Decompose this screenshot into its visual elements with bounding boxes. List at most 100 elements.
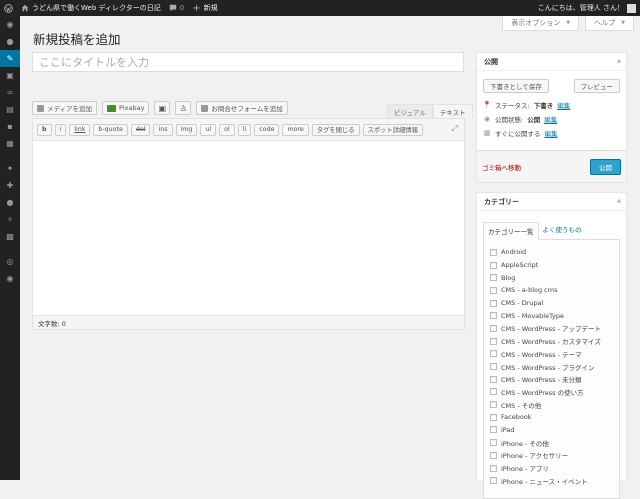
quicktag-li-button[interactable]: li	[237, 123, 252, 136]
my-account-link[interactable]: こんにちは、管理人 さん！	[534, 0, 640, 16]
contact-form-button[interactable]: お問合せフォームを追加	[196, 101, 288, 115]
menu-users[interactable]: ●	[0, 194, 20, 211]
calendar-icon: ▦	[483, 129, 491, 137]
category-box-heading[interactable]: カテゴリー ▲	[477, 193, 626, 211]
menu-collapse[interactable]: ◉	[0, 270, 20, 287]
quicktag-blockquote-button[interactable]: b-quote	[93, 123, 128, 136]
menu-plugins[interactable]: ✚	[0, 177, 20, 194]
category-label: Blog	[501, 273, 516, 282]
save-draft-button[interactable]: 下書きとして保存	[483, 79, 549, 93]
menu-media[interactable]: ▣	[0, 67, 20, 84]
tab-text[interactable]: テキスト	[432, 104, 473, 118]
category-checkbox[interactable]	[490, 337, 497, 345]
category-checkbox[interactable]	[490, 274, 497, 282]
quicktag-more-button[interactable]: more	[282, 123, 309, 136]
menu-jetpack[interactable]: ●	[0, 33, 20, 50]
wordpress-logo-icon[interactable]	[0, 0, 17, 16]
quicktag-code-button[interactable]: code	[254, 123, 280, 136]
fullscreen-icon[interactable]: ⤢	[452, 124, 458, 134]
quicktag-ol-button[interactable]: ol	[219, 123, 235, 136]
media-buttons: メディアを追加 Pixabay ▣ ♙ お問合せフォームを追加	[32, 101, 288, 115]
tab-popular-categories[interactable]: よく使うもの	[539, 221, 586, 239]
category-checkbox[interactable]	[490, 477, 497, 485]
editor-tabs: ビジュアル テキスト	[387, 104, 473, 118]
menu-pages[interactable]: ▤	[0, 101, 20, 118]
media-icon: ▣	[6, 71, 14, 80]
category-checkbox[interactable]	[490, 324, 497, 332]
gallery-button[interactable]: ▣	[154, 101, 171, 115]
category-checkbox[interactable]	[490, 299, 497, 307]
publish-button[interactable]: 公開	[590, 158, 621, 175]
pixabay-button[interactable]: Pixabay	[102, 101, 150, 115]
category-checkbox[interactable]	[490, 261, 497, 269]
category-checkbox[interactable]	[490, 248, 497, 256]
trash-link[interactable]: ゴミ箱へ移動	[482, 162, 521, 172]
preview-button[interactable]: プレビュー	[573, 79, 620, 93]
edit-status-link[interactable]: 編集	[557, 100, 570, 110]
toggle-arrow-icon[interactable]: ▲	[617, 58, 621, 64]
list-item: CMS - MovableType	[490, 309, 613, 322]
screen-options-label: 表示オプション	[511, 19, 561, 27]
menu-wordpress[interactable]: ◎	[0, 253, 20, 270]
poll-button[interactable]: ♙	[175, 101, 192, 115]
category-checkbox[interactable]	[490, 451, 497, 459]
category-checkbox[interactable]	[490, 350, 497, 358]
menu-posts[interactable]: ✎	[0, 50, 20, 67]
category-checkbox[interactable]	[490, 363, 497, 371]
category-checkbox[interactable]	[490, 401, 497, 409]
site-name-link[interactable]: うどん県で働くWeb ディレクターの日記	[17, 0, 165, 16]
menu-appearance[interactable]: ✦	[0, 160, 20, 177]
tab-visual[interactable]: ビジュアル	[387, 104, 433, 118]
pixabay-icon	[107, 104, 117, 112]
category-heading: カテゴリー	[484, 197, 519, 206]
page-title: 新規投稿を追加	[33, 32, 121, 47]
help-tab[interactable]: ヘルプ ▼	[585, 16, 634, 31]
category-label: CMS - WordPress - 未分類	[501, 376, 582, 385]
category-checkbox[interactable]	[490, 286, 497, 294]
publish-actions-major: ゴミ箱へ移動 公開	[477, 150, 626, 182]
tab-all-categories[interactable]: カテゴリー一覧	[483, 222, 539, 240]
list-item: CMS - WordPress - プラグイン	[490, 360, 613, 373]
publish-box-heading[interactable]: 公開 ▲	[477, 53, 626, 71]
content-textarea[interactable]	[33, 141, 464, 316]
edit-visibility-link[interactable]: 編集	[544, 114, 557, 124]
quicktag-img-button[interactable]: img	[175, 123, 198, 136]
list-item: CMS - WordPress - 未分類	[490, 373, 613, 386]
quicktag-link-button[interactable]: link	[69, 123, 91, 136]
quicktag-italic-button[interactable]: i	[54, 123, 67, 136]
post-title-input[interactable]	[32, 52, 464, 72]
quicktag-spot-details-button[interactable]: スポット詳細情報	[362, 123, 423, 136]
media-icon	[37, 104, 44, 112]
category-checkbox[interactable]	[490, 464, 497, 472]
category-label: CMS - WordPress - カスタマイズ	[501, 338, 601, 347]
edit-schedule-link[interactable]: 編集	[545, 128, 558, 138]
category-checkbox[interactable]	[490, 375, 497, 383]
quicktag-del-button[interactable]: del	[130, 123, 151, 136]
quicktag-ins-button[interactable]: ins	[153, 123, 173, 136]
category-label: CMS - WordPress - テーマ	[501, 350, 582, 359]
pin-icon: 📍	[482, 101, 492, 109]
category-label: CMS - その他	[501, 401, 542, 410]
add-media-button[interactable]: メディアを追加	[32, 101, 98, 115]
category-checkbox[interactable]	[490, 388, 497, 396]
menu-forms[interactable]: ▦	[0, 135, 20, 152]
screen-options-tab[interactable]: 表示オプション ▼	[502, 16, 580, 31]
quicktag-ul-button[interactable]: ul	[200, 123, 217, 136]
comments-link[interactable]: 0	[165, 0, 188, 16]
category-checkbox[interactable]	[490, 439, 497, 447]
quicktag-close-tags-button[interactable]: タグを閉じる	[311, 123, 360, 136]
menu-dashboard[interactable]: ◉	[0, 16, 20, 33]
new-content-link[interactable]: + 新規	[188, 0, 221, 16]
category-checkbox[interactable]	[490, 426, 497, 434]
toggle-arrow-icon[interactable]: ▲	[617, 198, 621, 204]
menu-settings[interactable]: ▩	[0, 228, 20, 245]
visibility-label: 公開状態:	[495, 116, 524, 124]
category-checkbox[interactable]	[490, 312, 497, 320]
menu-links[interactable]: ∞	[0, 84, 20, 101]
menu-tools[interactable]: ✧	[0, 211, 20, 228]
category-checkbox[interactable]	[490, 413, 497, 421]
comments-count: 0	[179, 4, 185, 12]
quicktag-bold-button[interactable]: b	[37, 123, 52, 136]
category-label: CMS - MovableType	[501, 311, 565, 320]
menu-comments[interactable]: ▪	[0, 118, 20, 135]
